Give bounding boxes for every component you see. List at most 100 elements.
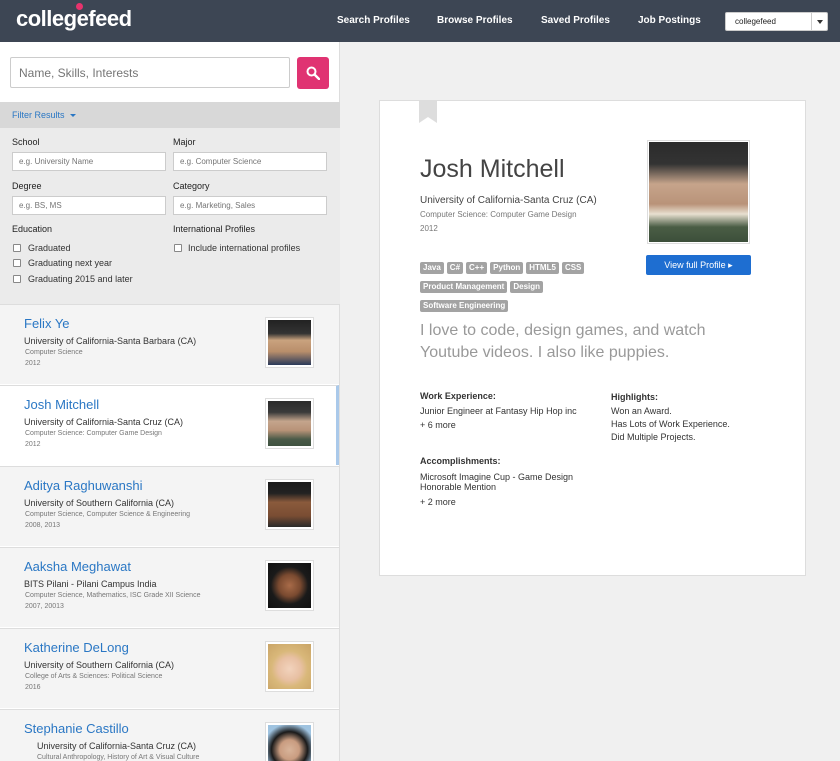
avatar[interactable] bbox=[265, 317, 314, 368]
skill-tag: Design bbox=[510, 281, 544, 293]
avatar[interactable] bbox=[265, 641, 314, 692]
skill-tag: C++ bbox=[466, 262, 488, 274]
accomplishments-heading: Accomplishments: bbox=[420, 456, 501, 466]
result-name[interactable]: Aaksha Meghawat bbox=[24, 559, 131, 574]
accomplishment-item: Honorable Mention bbox=[420, 482, 497, 492]
skill-tag: Java bbox=[420, 262, 444, 274]
graduating-next-year-label: Graduating next year bbox=[28, 258, 113, 268]
collegefeed-logo[interactable]: collegefeed bbox=[16, 3, 132, 32]
nav-search-profiles[interactable]: Search Profiles bbox=[337, 15, 410, 26]
result-name[interactable]: Aditya Raghuwanshi bbox=[24, 478, 143, 493]
account-dropdown-toggle[interactable] bbox=[811, 13, 827, 30]
result-name[interactable]: Josh Mitchell bbox=[24, 397, 99, 412]
graduated-checkbox[interactable] bbox=[13, 244, 21, 252]
result-school: BITS Pilani - Pilani Campus India bbox=[24, 579, 157, 589]
result-year: 2008, 2013 bbox=[25, 522, 61, 529]
filter-bar[interactable]: Filter Results bbox=[0, 102, 340, 128]
major-label: Major bbox=[173, 137, 196, 147]
result-item-katherine-delong[interactable]: Katherine DeLong University of Southern … bbox=[0, 628, 339, 708]
search-icon bbox=[306, 66, 320, 80]
skill-tag: CSS bbox=[561, 262, 585, 274]
avatar[interactable] bbox=[265, 398, 314, 449]
filter-results-toggle[interactable]: Filter Results bbox=[12, 110, 65, 120]
filters-panel: School Major Degree Category Education G… bbox=[0, 128, 340, 304]
logo-text: collegefeed bbox=[16, 6, 132, 31]
result-school: University of Southern California (CA) bbox=[24, 660, 175, 670]
profile-name: Josh Mitchell bbox=[420, 155, 565, 183]
profile-quote: I love to code, design games, and watch … bbox=[420, 322, 706, 361]
skill-tag: Software Engineering bbox=[420, 300, 509, 312]
result-major: College of Arts & Sciences: Political Sc… bbox=[25, 673, 163, 680]
result-name[interactable]: Stephanie Castillo bbox=[24, 721, 129, 736]
major-field[interactable] bbox=[173, 152, 327, 171]
top-bar: collegefeed Search Profiles Browse Profi… bbox=[0, 0, 840, 42]
avatar[interactable] bbox=[265, 560, 314, 611]
graduated-label: Graduated bbox=[28, 243, 71, 253]
graduating-2015-checkbox[interactable] bbox=[13, 275, 21, 283]
skill-tag: HTML5 bbox=[526, 262, 559, 274]
include-international-checkbox[interactable] bbox=[174, 244, 182, 252]
degree-label: Degree bbox=[12, 181, 42, 191]
view-full-profile-button[interactable]: View full Profile ▸ bbox=[646, 255, 751, 275]
result-item-aaksha-meghawat[interactable]: Aaksha Meghawat BITS Pilani - Pilani Cam… bbox=[0, 547, 339, 627]
avatar[interactable] bbox=[265, 722, 314, 761]
bookmark-icon[interactable] bbox=[419, 100, 437, 123]
result-school: University of California-Santa Barbara (… bbox=[24, 336, 197, 346]
caret-down-icon bbox=[70, 114, 76, 117]
include-international-label: Include international profiles bbox=[188, 243, 301, 253]
education-label: Education bbox=[12, 224, 53, 234]
result-major: Computer Science: Computer Game Design bbox=[25, 430, 162, 437]
avatar[interactable] bbox=[265, 479, 314, 530]
degree-field[interactable] bbox=[12, 196, 166, 215]
graduating-next-year-checkbox[interactable] bbox=[13, 259, 21, 267]
account-dropdown[interactable]: collegefeed bbox=[725, 12, 828, 31]
search-button[interactable] bbox=[297, 57, 329, 89]
result-major: Computer Science, Mathematics, ISC Grade… bbox=[25, 592, 201, 599]
left-panel: Filter Results School Major Degree Categ… bbox=[0, 42, 340, 761]
category-field[interactable] bbox=[173, 196, 327, 215]
result-school: University of California-Santa Cruz (CA) bbox=[37, 741, 197, 751]
work-experience-more-link[interactable]: + 6 more bbox=[420, 419, 456, 431]
graduating-2015-label: Graduating 2015 and later bbox=[28, 274, 133, 284]
highlight-item: Has Lots of Work Experience. bbox=[611, 419, 730, 429]
work-experience-item: Junior Engineer at Fantasy Hip Hop inc bbox=[420, 406, 577, 416]
skill-tag: Python bbox=[490, 262, 524, 274]
nav-job-postings[interactable]: Job Postings bbox=[638, 15, 701, 26]
school-field[interactable] bbox=[12, 152, 166, 171]
result-item-stephanie-castillo[interactable]: Stephanie Castillo University of Califor… bbox=[0, 709, 339, 761]
chevron-right-icon: ▸ bbox=[728, 260, 733, 270]
result-item-aditya-raghuwanshi[interactable]: Aditya Raghuwanshi University of Souther… bbox=[0, 466, 339, 546]
work-experience-heading: Work Experience: bbox=[420, 391, 496, 401]
result-name[interactable]: Felix Ye bbox=[24, 316, 70, 331]
skill-tag: C# bbox=[446, 262, 464, 274]
result-major: Cultural Anthropology, History of Art & … bbox=[37, 754, 200, 761]
account-name: collegefeed bbox=[735, 17, 776, 26]
view-full-profile-label: View full Profile bbox=[664, 260, 726, 270]
logo-dot bbox=[76, 3, 83, 10]
profile-card: Josh Mitchell University of California-S… bbox=[379, 100, 806, 576]
result-item-felix-ye[interactable]: Felix Ye University of California-Santa … bbox=[0, 304, 339, 384]
nav-browse-profiles[interactable]: Browse Profiles bbox=[437, 15, 513, 26]
result-year: 2012 bbox=[25, 360, 41, 367]
highlight-item: Did Multiple Projects. bbox=[611, 432, 696, 442]
category-label: Category bbox=[173, 181, 210, 191]
result-school: University of Southern California (CA) bbox=[24, 498, 175, 508]
search-input[interactable] bbox=[10, 57, 290, 88]
profile-major: Computer Science: Computer Game Design bbox=[420, 210, 577, 219]
highlights-heading: Highlights: bbox=[611, 392, 658, 402]
profile-year: 2012 bbox=[420, 224, 438, 233]
result-item-josh-mitchell[interactable]: Josh Mitchell University of California-S… bbox=[0, 385, 339, 465]
chevron-down-icon bbox=[817, 20, 823, 24]
result-year: 2012 bbox=[25, 441, 41, 448]
nav-saved-profiles[interactable]: Saved Profiles bbox=[541, 15, 610, 26]
accomplishments-more-link[interactable]: + 2 more bbox=[420, 496, 456, 508]
result-year: 2016 bbox=[25, 684, 41, 691]
school-label: School bbox=[12, 137, 40, 147]
skill-tag: Product Management bbox=[420, 281, 508, 293]
result-major: Computer Science bbox=[25, 349, 83, 356]
result-major: Computer Science, Computer Science & Eng… bbox=[25, 511, 190, 518]
highlight-item: Won an Award. bbox=[611, 406, 672, 416]
result-school: University of California-Santa Cruz (CA) bbox=[24, 417, 184, 427]
result-name[interactable]: Katherine DeLong bbox=[24, 640, 129, 655]
result-year: 2007, 20013 bbox=[25, 603, 64, 610]
